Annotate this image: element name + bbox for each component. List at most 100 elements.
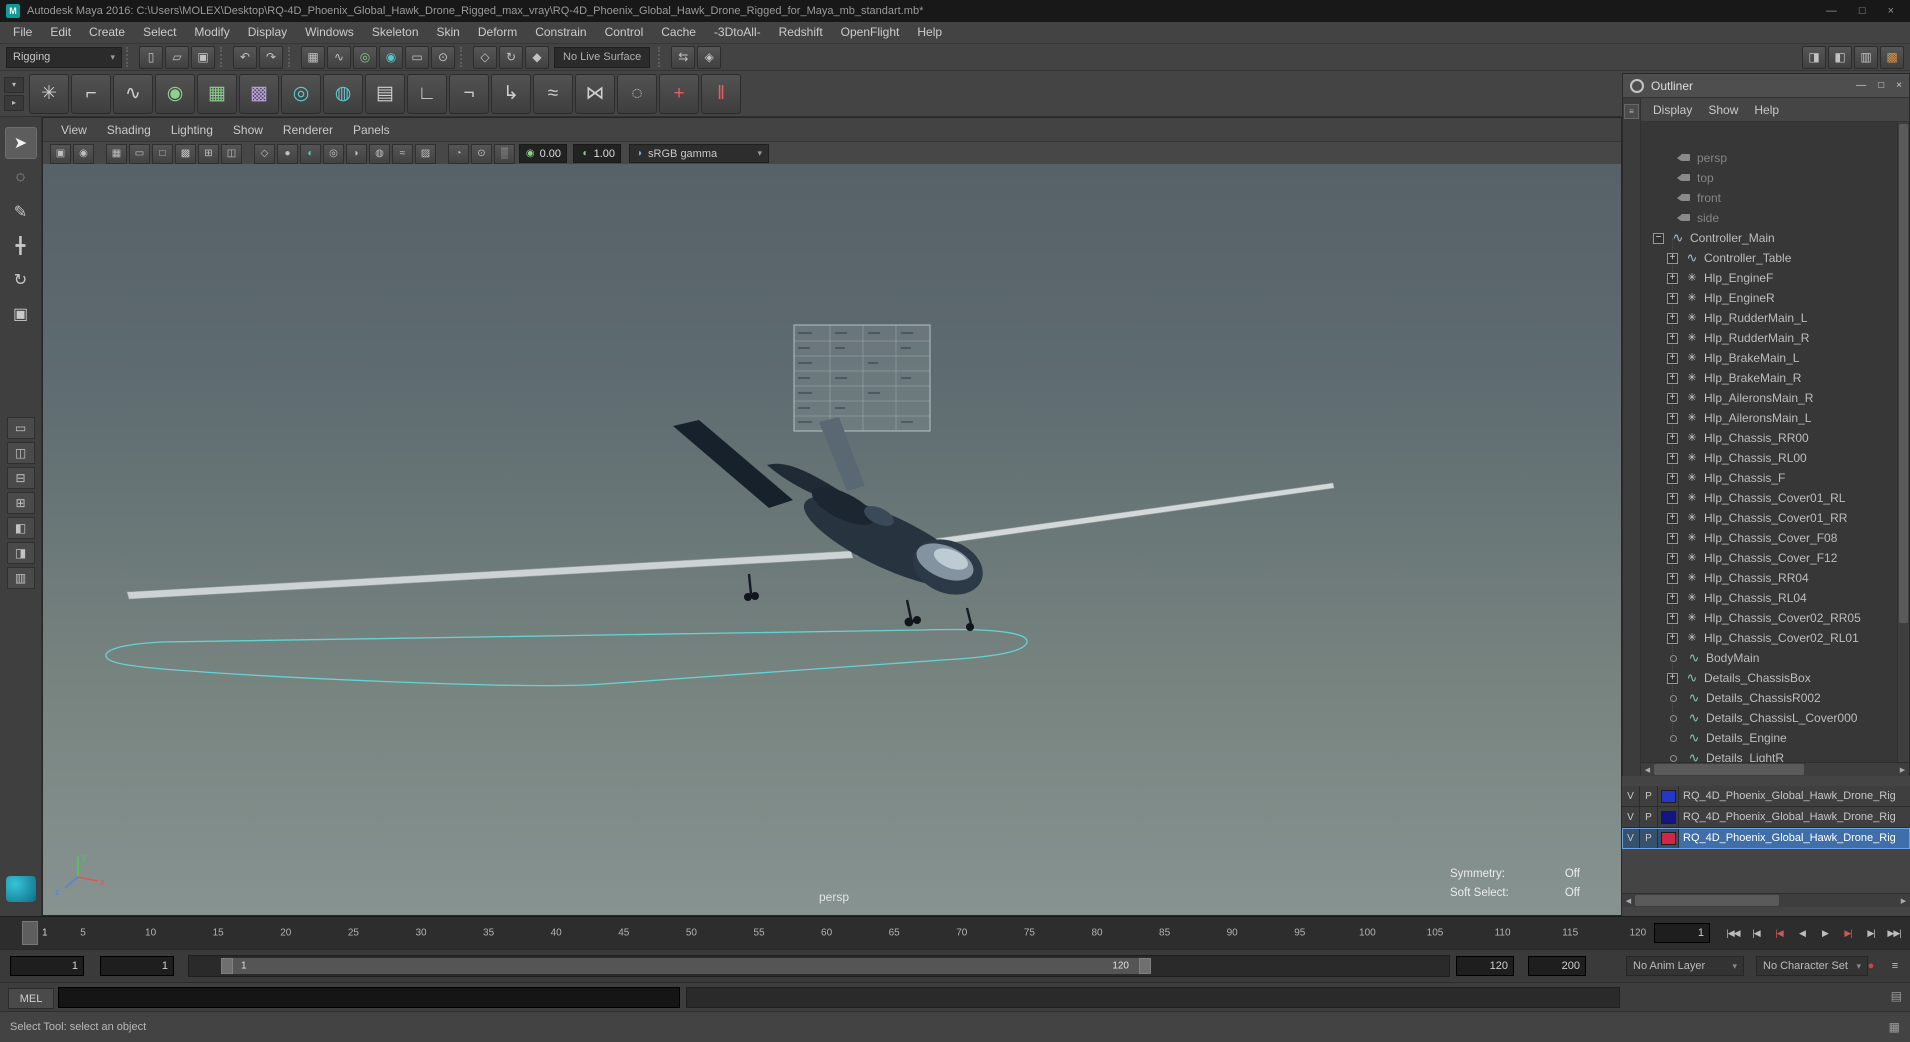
menu-deform[interactable]: Deform: [469, 22, 526, 43]
menu-openflight[interactable]: OpenFlight: [832, 22, 909, 43]
menu-control[interactable]: Control: [596, 22, 653, 43]
hik-skeleton-icon[interactable]: ▦: [197, 73, 237, 114]
menu-3dtoall[interactable]: -3DtoAll-: [705, 22, 770, 43]
layout-two-panes-stacked[interactable]: ⊟: [6, 467, 35, 489]
scrollbar-thumb[interactable]: [1635, 895, 1780, 906]
minimize-window-button[interactable]: —: [1826, 5, 1837, 17]
exposure-field[interactable]: 0.00: [519, 144, 567, 163]
snap-to-projected-center-icon[interactable]: ◉: [379, 45, 403, 69]
redo-icon[interactable]: ↷: [259, 45, 283, 69]
menu-skin[interactable]: Skin: [428, 22, 469, 43]
outliner-item-hlp-chassis-rl04[interactable]: + ✳ Hlp_Chassis_RL04: [1641, 588, 1909, 608]
outliner-menu-help[interactable]: Help: [1746, 103, 1787, 117]
outliner-titlebar[interactable]: Outliner — □ ×: [1623, 74, 1909, 98]
isolate-select-icon[interactable]: ⊙: [471, 143, 492, 164]
playback-end-field[interactable]: 120: [1456, 956, 1514, 976]
outliner-item-hlp-ruddermain-l[interactable]: + ✳ Hlp_RudderMain_L: [1641, 308, 1909, 328]
go-to-end-button[interactable]: ▶▶|: [1883, 921, 1905, 945]
outliner-horizontal-scrollbar[interactable]: ◀ ▶: [1641, 762, 1909, 776]
outliner-item-hlp-chassis-cover02-rr05[interactable]: + ✳ Hlp_Chassis_Cover02_RR05: [1641, 608, 1909, 628]
pose-editor-icon[interactable]: ◌: [617, 73, 657, 114]
scale-tool[interactable]: ▣: [6, 299, 36, 329]
panel-menu-view[interactable]: View: [51, 123, 97, 137]
save-scene-icon[interactable]: ▣: [191, 45, 215, 69]
snap-to-view-planes-icon[interactable]: ▭: [405, 45, 429, 69]
menu-display[interactable]: Display: [239, 22, 296, 43]
maximize-window-button[interactable]: □: [1859, 5, 1866, 17]
animation-preferences-icon[interactable]: ≡: [1886, 957, 1904, 975]
command-language-button[interactable]: MEL: [8, 988, 54, 1009]
joint-tool-icon[interactable]: ✳: [29, 73, 69, 114]
create-control-curve-icon[interactable]: ◎: [281, 73, 321, 114]
hik-control-rig-icon[interactable]: ▩: [239, 73, 279, 114]
outliner-item-hlp-chassis-rr00[interactable]: + ✳ Hlp_Chassis_RR00: [1641, 428, 1909, 448]
menu-help[interactable]: Help: [908, 22, 951, 43]
snap-to-points-icon[interactable]: ◎: [353, 45, 377, 69]
grid-icon[interactable]: ▦: [106, 143, 127, 164]
layer-color-cell[interactable]: [1658, 828, 1679, 848]
outliner-item-hlp-enginer[interactable]: + ✳ Hlp_EngineR: [1641, 288, 1909, 308]
layer-visibility-toggle[interactable]: V: [1622, 786, 1640, 806]
command-result-field[interactable]: [686, 987, 1620, 1008]
panel-menu-show[interactable]: Show: [223, 123, 273, 137]
layout-outliner-persp[interactable]: ▥: [6, 567, 35, 589]
outliner-menu-show[interactable]: Show: [1700, 103, 1746, 117]
bind-skin-icon[interactable]: ▤: [365, 73, 405, 114]
view-transform-dropdown[interactable]: sRGB gamma: [629, 144, 769, 163]
command-input[interactable]: [58, 987, 680, 1008]
outliner-item-hlp-ruddermain-r[interactable]: + ✳ Hlp_RudderMain_R: [1641, 328, 1909, 348]
viewport-canvas[interactable]: y x z persp Symmetry: Off Soft Select: O…: [43, 164, 1621, 915]
wireframe-icon[interactable]: ◇: [254, 143, 275, 164]
panel-menu-icon[interactable]: ≡: [1624, 104, 1639, 119]
menu-modify[interactable]: Modify: [185, 22, 238, 43]
modeling-toolkit-toggle-icon[interactable]: ▩: [1880, 45, 1904, 69]
outliner-maximize-button[interactable]: □: [1878, 80, 1884, 91]
menu-select[interactable]: Select: [134, 22, 185, 43]
outliner-close-button[interactable]: ×: [1896, 80, 1902, 91]
orient-joint-icon[interactable]: ↳: [491, 73, 531, 114]
new-scene-icon[interactable]: ▯: [139, 45, 163, 69]
ssao-icon[interactable]: ◍: [369, 143, 390, 164]
scrollbar-thumb[interactable]: [1654, 764, 1805, 775]
outliner-item-front[interactable]: front: [1641, 188, 1909, 208]
timeline-playhead[interactable]: [22, 921, 38, 945]
character-set-dropdown[interactable]: No Character Set: [1756, 956, 1868, 976]
snap-to-curves-icon[interactable]: ∿: [327, 45, 351, 69]
layer-playback-toggle[interactable]: P: [1640, 786, 1658, 806]
layer-color-cell[interactable]: [1658, 786, 1679, 806]
menu-create[interactable]: Create: [80, 22, 134, 43]
outliner-item-hlp-brakemain-r[interactable]: + ✳ Hlp_BrakeMain_R: [1641, 368, 1909, 388]
outliner-item-hlp-brakemain-l[interactable]: + ✳ Hlp_BrakeMain_L: [1641, 348, 1909, 368]
field-chart-icon[interactable]: ⊞: [198, 143, 219, 164]
panel-menu-shading[interactable]: Shading: [97, 123, 161, 137]
inputs-to-selected-icon[interactable]: ◇: [473, 45, 497, 69]
step-back-frame-button[interactable]: |◀: [1745, 921, 1767, 945]
display-layer-row[interactable]: V P RQ_4D_Phoenix_Global_Hawk_Drone_Rig: [1622, 786, 1910, 807]
symmetry-icon[interactable]: ⇆: [671, 45, 696, 69]
ik-handle-icon[interactable]: ⌐: [71, 73, 111, 114]
display-layer-row[interactable]: V P RQ_4D_Phoenix_Global_Hawk_Drone_Rig: [1622, 807, 1910, 828]
layer-playback-toggle[interactable]: P: [1640, 828, 1658, 848]
collapse-toggle-icon[interactable]: −: [1653, 232, 1664, 244]
panel-menu-renderer[interactable]: Renderer: [273, 123, 343, 137]
xray-icon[interactable]: ◔: [448, 143, 469, 164]
layer-editor-scrollbar[interactable]: ◀ ▶: [1622, 893, 1910, 907]
layout-single-pane[interactable]: ▭: [6, 417, 35, 439]
outliner-item-persp[interactable]: persp: [1641, 148, 1909, 168]
menu-file[interactable]: File: [4, 22, 41, 43]
outliner-item-hlp-chassis-f[interactable]: + ✳ Hlp_Chassis_F: [1641, 468, 1909, 488]
outliner-menu-display[interactable]: Display: [1645, 103, 1700, 117]
scroll-left-icon[interactable]: ◀: [1641, 763, 1654, 776]
layout-three-panes-split-left[interactable]: ◨: [6, 542, 35, 564]
snap-to-grids-icon[interactable]: ▦: [301, 45, 325, 69]
attribute-editor-toggle-icon[interactable]: ◨: [1802, 45, 1826, 69]
lock-camera-icon[interactable]: ◉: [73, 143, 94, 164]
range-slider-handle[interactable]: [221, 958, 1151, 974]
edit-membership-icon[interactable]: ‖: [701, 73, 741, 114]
smooth-shade-icon[interactable]: ●: [277, 143, 298, 164]
film-gate-icon[interactable]: ▭: [129, 143, 150, 164]
make-object-live-icon[interactable]: ⊙: [431, 45, 455, 69]
step-forward-key-button[interactable]: ▶|: [1837, 921, 1859, 945]
display-layer-row[interactable]: V P RQ_4D_Phoenix_Global_Hawk_Drone_Rig: [1622, 828, 1910, 849]
layer-visibility-toggle[interactable]: V: [1622, 828, 1640, 848]
